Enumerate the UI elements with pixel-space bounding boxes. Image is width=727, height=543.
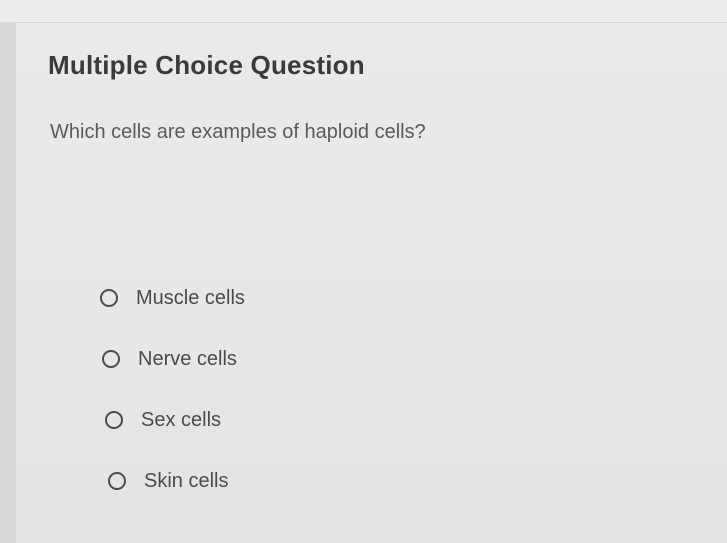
answer-option-sex-cells[interactable]: Sex cells	[105, 402, 245, 438]
radio-button[interactable]	[108, 472, 126, 490]
answer-option-skin-cells[interactable]: Skin cells	[108, 463, 245, 499]
radio-button[interactable]	[100, 289, 118, 307]
answer-option-label[interactable]: Nerve cells	[138, 348, 237, 371]
question-type-heading: Multiple Choice Question	[48, 50, 365, 80]
answer-option-nerve-cells[interactable]: Nerve cells	[102, 341, 245, 377]
radio-button[interactable]	[102, 350, 120, 368]
answer-option-muscle-cells[interactable]: Muscle cells	[100, 280, 245, 316]
question-prompt: Which cells are examples of haploid cell…	[50, 121, 426, 143]
left-rail	[0, 22, 16, 543]
answer-option-label[interactable]: Skin cells	[144, 470, 228, 493]
answer-option-label[interactable]: Sex cells	[141, 409, 221, 432]
radio-button[interactable]	[105, 411, 123, 429]
top-bar	[0, 0, 727, 23]
answer-options: Muscle cells Nerve cells Sex cells Skin …	[100, 280, 245, 524]
answer-option-label[interactable]: Muscle cells	[136, 287, 245, 310]
